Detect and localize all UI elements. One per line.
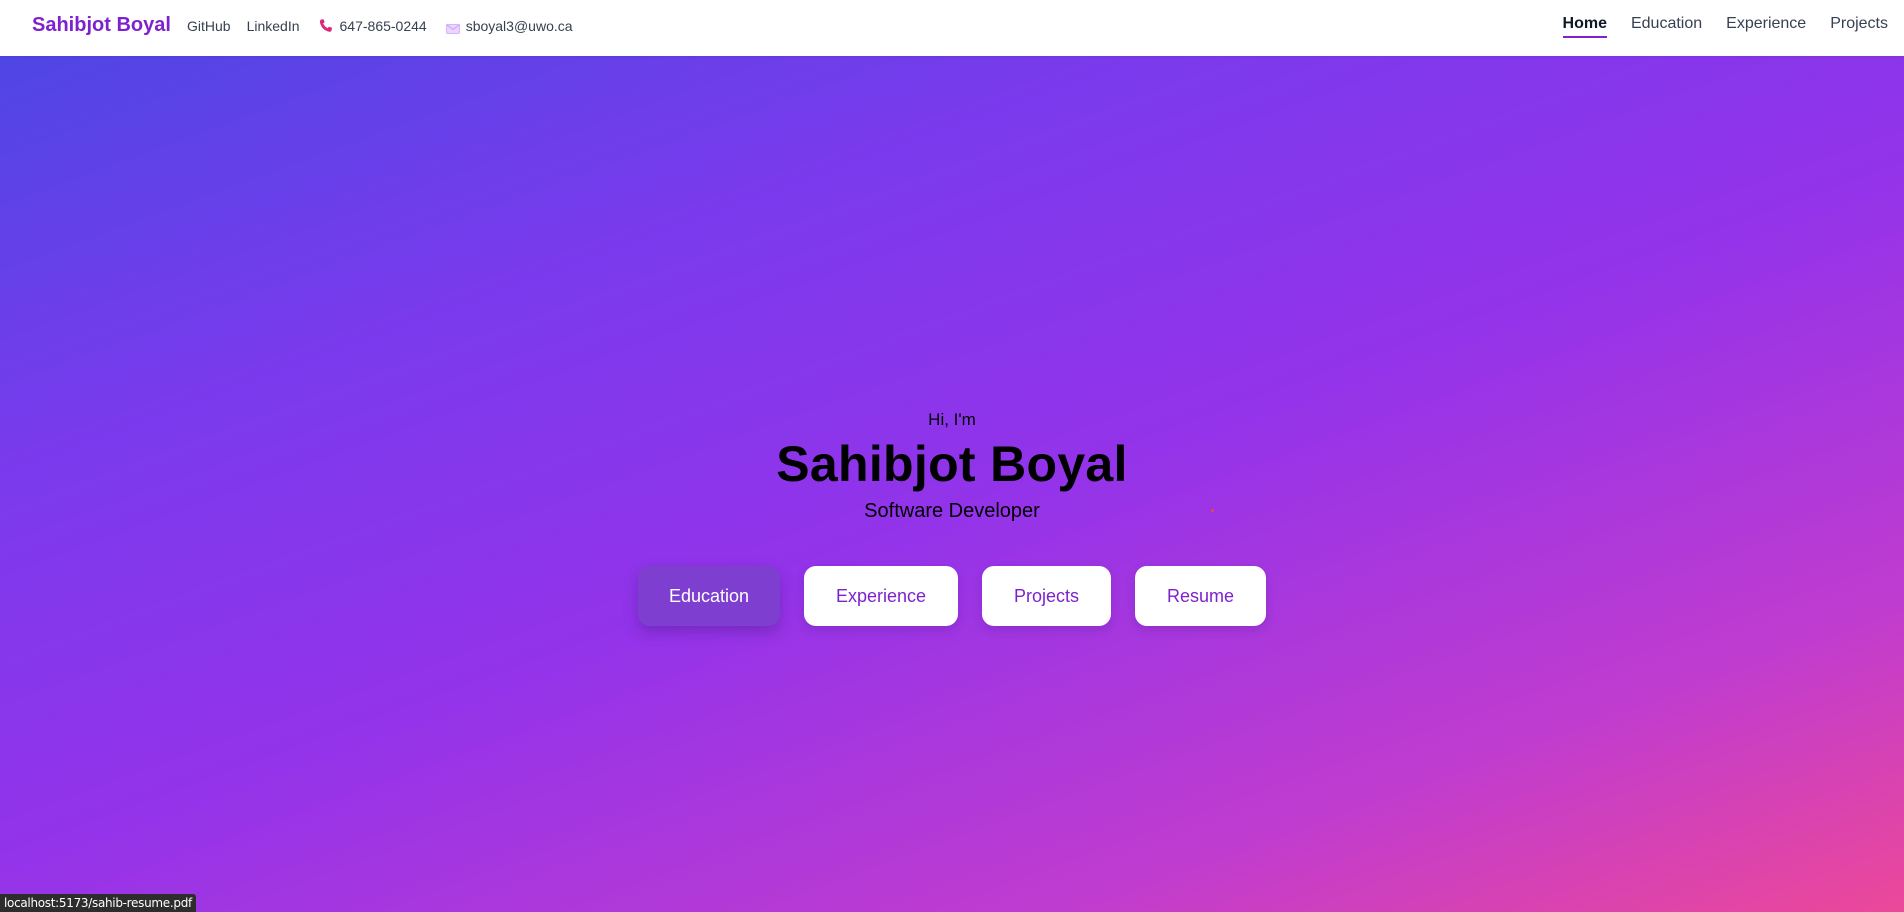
- page: Sahibjot Boyal GitHub LinkedIn 647-865-0…: [0, 0, 1904, 912]
- nav-experience[interactable]: Experience: [1726, 15, 1806, 37]
- email-contact[interactable]: sboyal3@uwo.ca: [445, 18, 573, 34]
- contact-links: GitHub LinkedIn 647-865-0244 sboyal3@uwo…: [187, 18, 573, 34]
- brand-logo[interactable]: Sahibjot Boyal: [32, 14, 171, 37]
- hero-buttons: Education Experience Projects Resume: [0, 566, 1904, 626]
- hero-section: Hi, I'm Sahibjot Boyal Software Develope…: [0, 56, 1904, 912]
- status-bar-url: localhost:5173/sahib-resume.pdf: [0, 894, 196, 912]
- mail-icon: [445, 21, 460, 34]
- nav-home[interactable]: Home: [1562, 15, 1608, 38]
- hero-name: Sahibjot Boyal: [776, 436, 1128, 492]
- phone-number: 647-865-0244: [339, 18, 427, 34]
- education-button[interactable]: Education: [638, 566, 780, 626]
- hero-greeting: Hi, I'm: [928, 410, 976, 429]
- main-nav: Home Education Experience Projects: [1539, 15, 1888, 38]
- github-link[interactable]: GitHub: [187, 18, 231, 34]
- projects-button[interactable]: Projects: [982, 566, 1111, 626]
- resume-button[interactable]: Resume: [1135, 566, 1266, 626]
- linkedin-link[interactable]: LinkedIn: [247, 18, 300, 34]
- hero-role: Software Developer: [864, 500, 1040, 522]
- email-address: sboyal3@uwo.ca: [465, 18, 573, 34]
- phone-contact[interactable]: 647-865-0244: [318, 18, 427, 34]
- phone-icon: [318, 18, 334, 34]
- top-navbar: Sahibjot Boyal GitHub LinkedIn 647-865-0…: [0, 0, 1904, 56]
- nav-projects[interactable]: Projects: [1830, 15, 1888, 37]
- cursor-dot: [1211, 509, 1214, 512]
- experience-button[interactable]: Experience: [804, 566, 958, 626]
- nav-education[interactable]: Education: [1631, 15, 1702, 37]
